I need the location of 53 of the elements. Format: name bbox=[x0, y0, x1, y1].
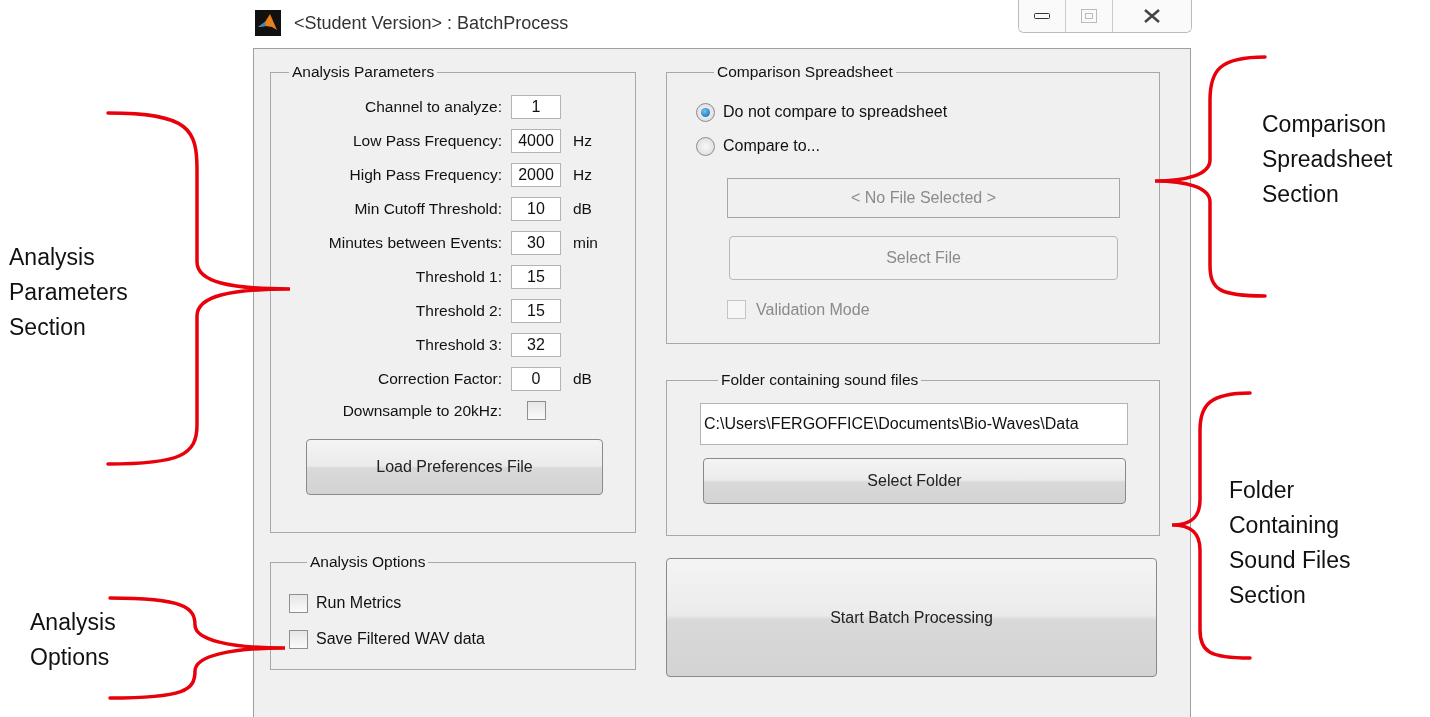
input-field[interactable]: 15 bbox=[511, 265, 561, 289]
field-label: Threshold 3: bbox=[414, 336, 503, 354]
checkbox-label: Save Filtered WAV data bbox=[316, 630, 485, 648]
select-folder-button[interactable]: Select Folder bbox=[703, 458, 1126, 504]
close-button[interactable] bbox=[1113, 0, 1191, 32]
radio-label: Do not compare to spreadsheet bbox=[723, 103, 948, 121]
unit-label: Hz bbox=[572, 166, 593, 184]
annotation-label: Comparison Spreadsheet Section bbox=[1262, 110, 1393, 209]
unit-label: Hz bbox=[572, 132, 593, 150]
maximize-icon bbox=[1081, 9, 1097, 23]
field-label: Min Cutoff Threshold: bbox=[353, 200, 503, 218]
panel-title: Analysis Options bbox=[309, 553, 427, 571]
start-batch-processing-button[interactable]: Start Batch Processing bbox=[666, 558, 1157, 677]
unit-label: dB bbox=[572, 370, 593, 388]
field-label: Threshold 1: bbox=[414, 268, 503, 286]
input-field[interactable]: 1 bbox=[511, 95, 561, 119]
input-field[interactable]: 30 bbox=[511, 231, 561, 255]
load-preferences-button[interactable]: Load Preferences File bbox=[306, 439, 603, 495]
checkbox[interactable] bbox=[289, 593, 308, 613]
input-field[interactable]: 15 bbox=[511, 299, 561, 323]
field-label: Threshold 2: bbox=[414, 302, 503, 320]
minimize-icon bbox=[1034, 13, 1050, 19]
app-logo-icon bbox=[255, 10, 281, 36]
checkbox[interactable] bbox=[526, 401, 546, 420]
window-title: <Student Version> : BatchProcess bbox=[294, 12, 569, 34]
field-label: Low Pass Frequency: bbox=[351, 132, 503, 150]
folder-path-field[interactable]: C:\Users\FERGOFFICE\Documents\Bio-Waves\Data bbox=[700, 403, 1128, 445]
field-label: High Pass Frequency: bbox=[348, 166, 503, 184]
field-label: Minutes between Events: bbox=[327, 234, 503, 252]
panel-title: Comparison Spreadsheet bbox=[716, 63, 894, 81]
panel-title: Folder containing sound files bbox=[720, 371, 920, 389]
radio-button[interactable] bbox=[696, 102, 715, 122]
annotation-label: Analysis Options bbox=[30, 608, 116, 672]
annotation-label: Analysis Parameters Section bbox=[9, 243, 128, 342]
unit-label: dB bbox=[572, 200, 593, 218]
input-field[interactable]: 0 bbox=[511, 367, 561, 391]
checkbox[interactable] bbox=[289, 629, 308, 649]
unit-label: min bbox=[572, 234, 599, 252]
annotation-label: Folder Containing Sound Files Section bbox=[1229, 476, 1351, 610]
input-field[interactable]: 2000 bbox=[511, 163, 561, 187]
checkbox-label: Run Metrics bbox=[316, 594, 402, 612]
field-label: Channel to analyze: bbox=[364, 98, 503, 116]
input-field[interactable]: 4000 bbox=[511, 129, 561, 153]
panel-title: Analysis Parameters bbox=[291, 63, 436, 81]
field-label: Downsample to 20kHz: bbox=[341, 401, 503, 420]
minimize-button[interactable] bbox=[1019, 0, 1066, 32]
radio-label: Compare to... bbox=[723, 137, 820, 155]
radio-button[interactable] bbox=[696, 136, 715, 156]
input-field[interactable]: 10 bbox=[511, 197, 561, 221]
close-icon bbox=[1143, 9, 1161, 23]
input-field[interactable]: 32 bbox=[511, 333, 561, 357]
field-label: Correction Factor: bbox=[376, 370, 503, 388]
checkbox-label: Validation Mode bbox=[756, 300, 870, 319]
